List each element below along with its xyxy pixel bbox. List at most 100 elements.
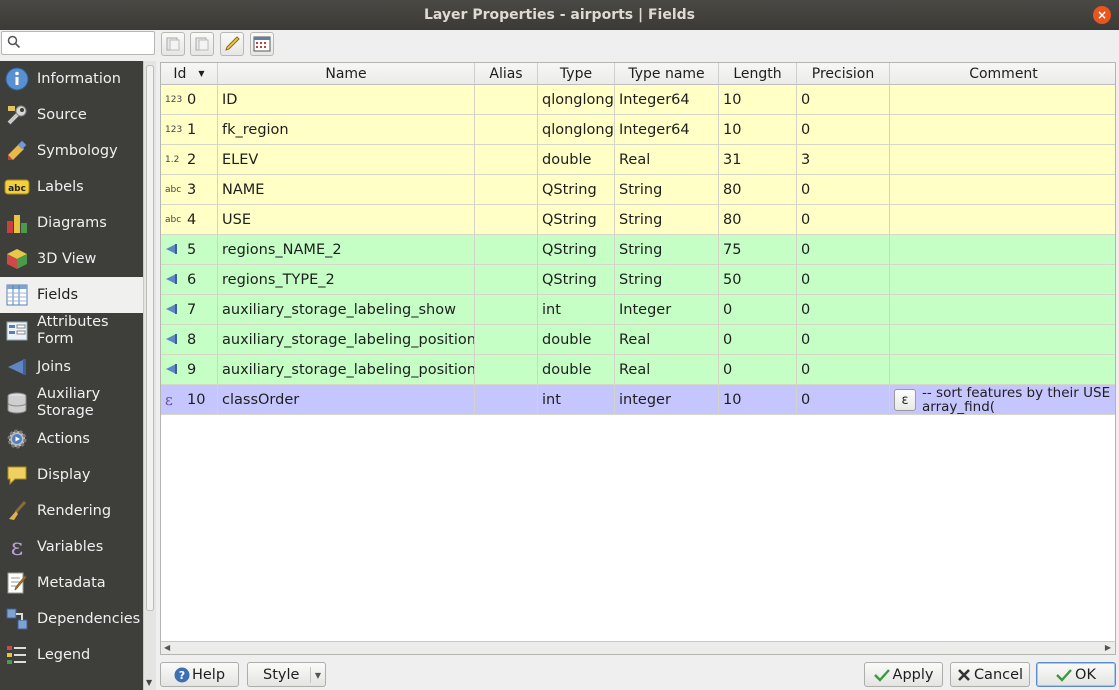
column-header-length[interactable]: Length — [719, 63, 797, 85]
column-header-comment[interactable]: Comment — [890, 63, 1115, 85]
sidebar-item-rendering[interactable]: Rendering — [0, 493, 143, 529]
cell-length[interactable]: 31 — [719, 145, 797, 175]
table-row[interactable]: abc 3 NAME QString String 80 0 — [161, 175, 1115, 205]
cell-id[interactable]: ε 10 — [161, 385, 218, 415]
cell-precision[interactable]: 0 — [797, 385, 890, 415]
cell-name[interactable]: regions_NAME_2 — [218, 235, 475, 265]
sidebar-item-display[interactable]: Display — [0, 457, 143, 493]
sidebar-item-attributes-form[interactable]: Attributes Form — [0, 313, 143, 349]
sidebar-item-legend[interactable]: Legend — [0, 637, 143, 673]
cell-type-name[interactable]: integer — [615, 385, 719, 415]
table-row[interactable]: 1.2 2 ELEV double Real 31 3 — [161, 145, 1115, 175]
cell-comment[interactable] — [890, 145, 1115, 175]
cell-alias[interactable] — [475, 385, 538, 415]
table-row[interactable]: 7 auxiliary_storage_labeling_show int Integ… — [161, 295, 1115, 325]
cell-alias[interactable] — [475, 295, 538, 325]
cell-id[interactable]: 9 — [161, 355, 218, 385]
sidebar-item-dependencies[interactable]: Dependencies — [0, 601, 143, 637]
sidebar-item-labels[interactable]: abc Labels — [0, 169, 143, 205]
sidebar-item-fields[interactable]: Fields — [0, 277, 143, 313]
sidebar-item-3d-view[interactable]: 3D View — [0, 241, 143, 277]
cell-precision[interactable]: 0 — [797, 175, 890, 205]
delete-field-button[interactable] — [190, 32, 214, 56]
cell-comment[interactable] — [890, 355, 1115, 385]
cell-alias[interactable] — [475, 235, 538, 265]
apply-button[interactable]: Apply — [864, 662, 943, 687]
sidebar-item-actions[interactable]: Actions — [0, 421, 143, 457]
cell-length[interactable]: 0 — [719, 295, 797, 325]
cell-name[interactable]: fk_region — [218, 115, 475, 145]
sidebar-item-information[interactable]: Information — [0, 61, 143, 97]
cell-alias[interactable] — [475, 355, 538, 385]
cell-comment[interactable] — [890, 115, 1115, 145]
cell-type[interactable]: QString — [538, 235, 615, 265]
cell-comment[interactable] — [890, 205, 1115, 235]
cell-type-name[interactable]: Real — [615, 325, 719, 355]
cell-length[interactable]: 50 — [719, 265, 797, 295]
table-row[interactable]: 123 1 fk_region qlonglong Integer64 10 0 — [161, 115, 1115, 145]
sidebar-item-metadata[interactable]: Metadata — [0, 565, 143, 601]
scroll-down-arrow-icon[interactable]: ▼ — [146, 678, 152, 687]
cell-length[interactable]: 80 — [719, 205, 797, 235]
cell-id[interactable]: 7 — [161, 295, 218, 325]
cell-id[interactable]: 123 0 — [161, 85, 218, 115]
cell-comment[interactable] — [890, 85, 1115, 115]
cancel-button[interactable]: Cancel — [950, 662, 1030, 687]
table-row[interactable]: 5 regions_NAME_2 QString String 75 0 — [161, 235, 1115, 265]
column-header-name[interactable]: Name — [218, 63, 475, 85]
sidebar-scroll-thumb[interactable] — [146, 65, 154, 611]
cell-type-name[interactable]: String — [615, 175, 719, 205]
toggle-editing-button[interactable] — [220, 32, 244, 56]
cell-precision[interactable]: 3 — [797, 145, 890, 175]
cell-name[interactable]: auxiliary_storage_labeling_positiony — [218, 355, 475, 385]
cell-length[interactable]: 10 — [719, 385, 797, 415]
cell-type[interactable]: int — [538, 295, 615, 325]
cell-type-name[interactable]: Integer64 — [615, 85, 719, 115]
sidebar-item-joins[interactable]: Joins — [0, 349, 143, 385]
table-row[interactable]: 8 auxiliary_storage_labeling_positionx dou… — [161, 325, 1115, 355]
table-row[interactable]: abc 4 USE QString String 80 0 — [161, 205, 1115, 235]
cell-id[interactable]: abc 3 — [161, 175, 218, 205]
cell-type-name[interactable]: String — [615, 235, 719, 265]
cell-type[interactable]: double — [538, 355, 615, 385]
sidebar-scrollbar[interactable]: ▼ — [143, 61, 156, 690]
cell-length[interactable]: 0 — [719, 355, 797, 385]
cell-type[interactable]: qlonglong — [538, 115, 615, 145]
cell-alias[interactable] — [475, 325, 538, 355]
cell-comment[interactable] — [890, 325, 1115, 355]
cell-type[interactable]: QString — [538, 265, 615, 295]
new-field-button[interactable] — [161, 32, 185, 56]
sidebar-item-symbology[interactable]: Symbology — [0, 133, 143, 169]
table-row[interactable]: 6 regions_TYPE_2 QString String 50 0 — [161, 265, 1115, 295]
cell-type[interactable]: QString — [538, 175, 615, 205]
cell-precision[interactable]: 0 — [797, 115, 890, 145]
cell-comment[interactable] — [890, 175, 1115, 205]
cell-name[interactable]: ID — [218, 85, 475, 115]
sidebar-item-diagrams[interactable]: Diagrams — [0, 205, 143, 241]
column-header-type[interactable]: Type — [538, 63, 615, 85]
style-dropdown-button[interactable]: Style ▼ — [247, 662, 326, 687]
cell-name[interactable]: USE — [218, 205, 475, 235]
cell-type[interactable]: qlonglong — [538, 85, 615, 115]
sidebar-item-variables[interactable]: ε Variables — [0, 529, 143, 565]
column-header-type-name[interactable]: Type name — [615, 63, 719, 85]
table-row[interactable]: ε 10 classOrder int integer 10 0 ε -- sort featu… — [161, 385, 1115, 415]
cell-type-name[interactable]: Integer64 — [615, 115, 719, 145]
column-header-precision[interactable]: Precision — [797, 63, 890, 85]
cell-alias[interactable] — [475, 175, 538, 205]
cell-precision[interactable]: 0 — [797, 85, 890, 115]
cell-length[interactable]: 0 — [719, 325, 797, 355]
cell-type[interactable]: QString — [538, 205, 615, 235]
sidebar-item-source[interactable]: Source — [0, 97, 143, 133]
cell-type-name[interactable]: Real — [615, 355, 719, 385]
cell-alias[interactable] — [475, 115, 538, 145]
cell-type[interactable]: double — [538, 325, 615, 355]
cell-name[interactable]: NAME — [218, 175, 475, 205]
close-icon[interactable]: × — [1093, 6, 1111, 24]
cell-type[interactable]: int — [538, 385, 615, 415]
cell-type-name[interactable]: String — [615, 205, 719, 235]
cell-precision[interactable]: 0 — [797, 325, 890, 355]
cell-comment[interactable]: ε -- sort features by their USE a array_f… — [890, 385, 1115, 415]
scroll-right-arrow-icon[interactable]: ▶ — [1105, 643, 1111, 652]
cell-id[interactable]: 1.2 2 — [161, 145, 218, 175]
